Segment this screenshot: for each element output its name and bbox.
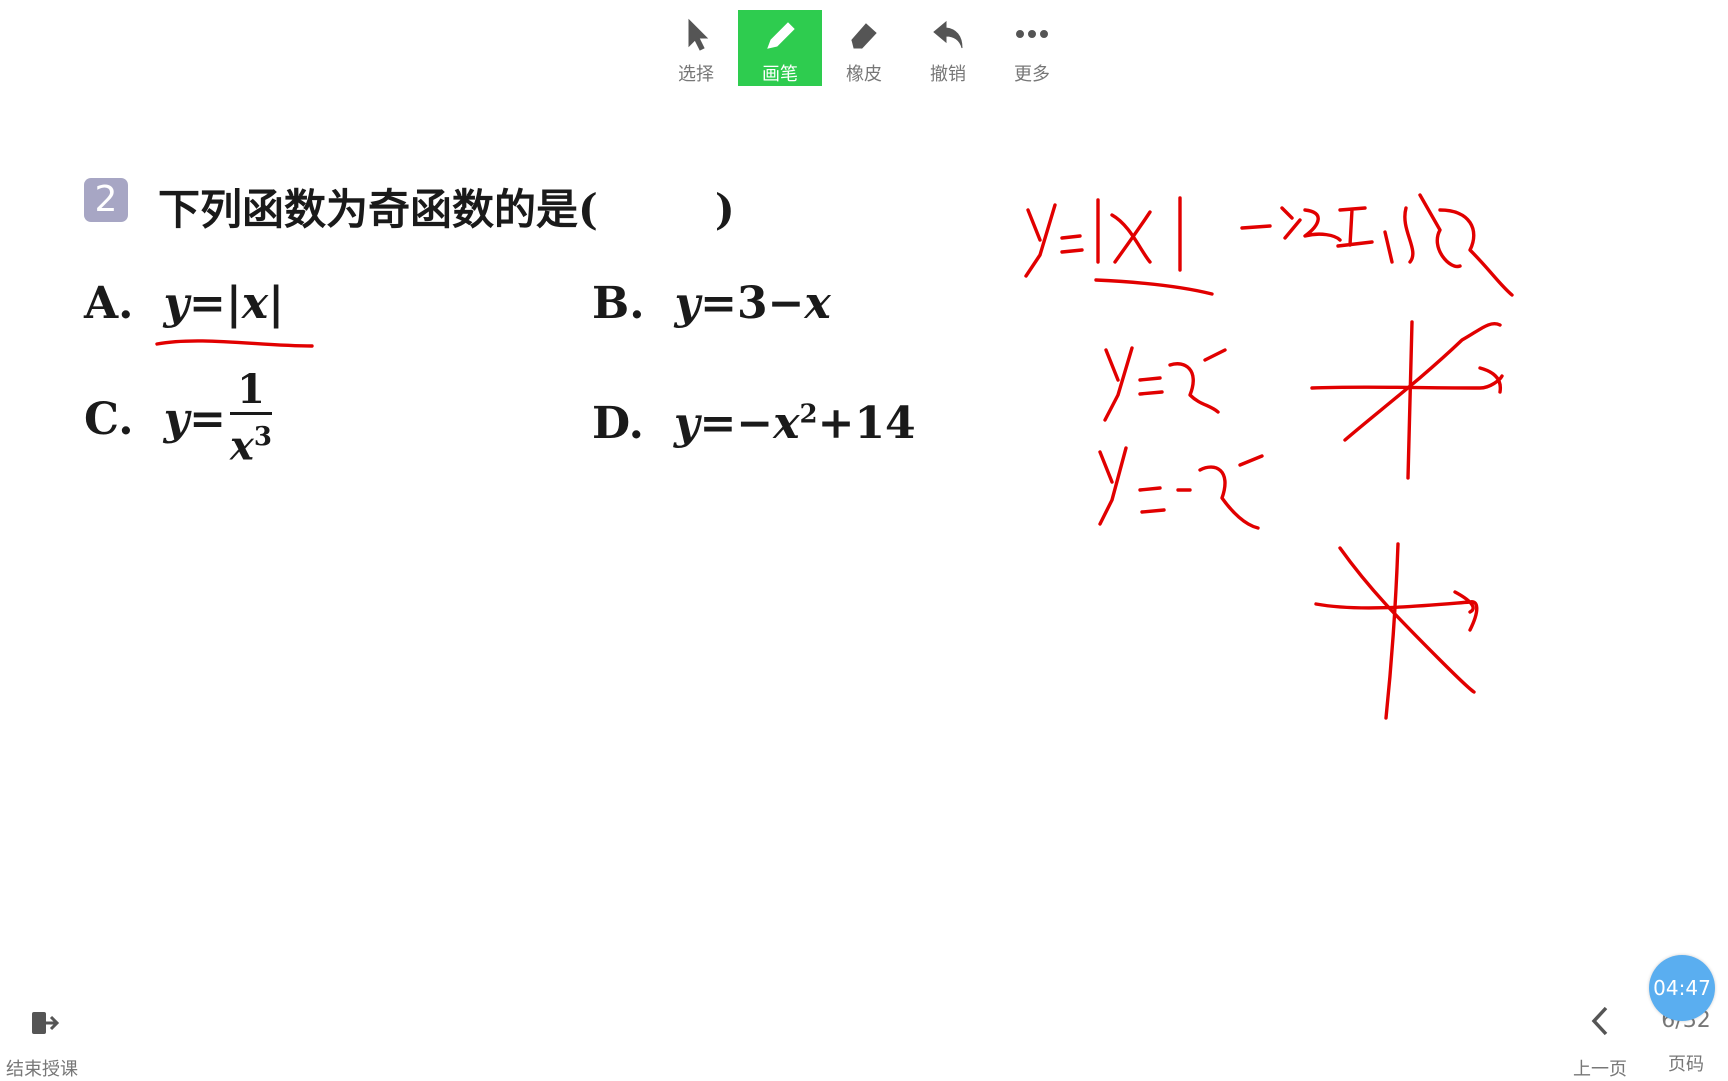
prev-page-button[interactable]: 上一页 [1558, 1000, 1642, 1081]
more-label: 更多 [1014, 64, 1050, 85]
exit-icon [32, 1012, 60, 1034]
tool-select-button[interactable]: 选择 [654, 10, 738, 86]
option-a-eq: = [189, 278, 226, 329]
tool-pen-label: 画笔 [762, 64, 798, 85]
option-a-rhs: |x| [225, 278, 285, 329]
prev-page-label: 上一页 [1573, 1059, 1627, 1080]
option-c-denominator: x3 [230, 415, 272, 468]
option-a-letter: A. [84, 278, 134, 329]
option-a: A. y=|x| [84, 278, 284, 329]
undo-button[interactable]: 撤销 [906, 10, 990, 86]
option-d-eq: = [699, 398, 737, 449]
chevron-left-icon [1591, 1006, 1608, 1036]
option-c-letter: C. [84, 393, 134, 445]
class-timer[interactable]: 04:47 [1649, 955, 1715, 1021]
option-c-eq: = [189, 393, 227, 445]
cursor-arrow-icon [688, 18, 709, 51]
option-b-minus: − [767, 278, 805, 329]
option-b-letter: B. [592, 278, 645, 329]
end-class-label: 结束授课 [6, 1059, 78, 1080]
option-c-numerator: 1 [230, 368, 272, 415]
option-b-var: x [804, 278, 831, 329]
bottom-toolbar [0, 985, 1728, 1080]
more-button[interactable]: 更多 [990, 10, 1074, 86]
more-dots-icon [1016, 30, 1048, 38]
question-number-badge: 2 [84, 178, 128, 222]
option-d-plus: + [817, 398, 855, 449]
page-number-label: 页码 [1668, 1054, 1704, 1075]
option-d-const: 14 [854, 398, 916, 449]
question-stem: 下列函数为奇函数的是( ) [158, 185, 735, 234]
option-d-exponent: 2 [799, 399, 818, 430]
end-class-button[interactable]: 结束授课 [0, 1000, 84, 1081]
tool-eraser-button[interactable]: 橡皮 [822, 10, 906, 86]
option-a-lhs: y [163, 278, 190, 329]
tool-pen-button[interactable]: 画笔 [738, 10, 822, 86]
option-b: B. y=3−x [592, 278, 831, 329]
option-d-var: x [773, 398, 800, 449]
option-d-minus: − [736, 398, 774, 449]
option-d: D. y=−x2+14 [592, 398, 916, 449]
undo-label: 撤销 [930, 64, 966, 85]
tool-eraser-label: 橡皮 [846, 64, 882, 85]
option-c-lhs: y [163, 393, 190, 445]
undo-icon [933, 20, 963, 49]
option-c: C. y= 1 x3 [84, 368, 272, 472]
option-c-denominator-var: x [230, 422, 254, 470]
option-c-exponent: 3 [253, 422, 272, 452]
option-d-lhs: y [673, 398, 700, 449]
option-b-lhs: y [674, 278, 701, 329]
tool-select-label: 选择 [678, 64, 714, 85]
option-d-letter: D. [592, 398, 644, 449]
slide-canvas[interactable]: 2 下列函数为奇函数的是( ) A. y=|x| B. y=3−x C. y= 1 x3 … [0, 0, 1728, 980]
option-c-fraction: 1 x3 [230, 368, 272, 468]
eraser-icon [851, 23, 877, 49]
option-b-const: 3 [736, 278, 768, 329]
pen-icon [767, 22, 795, 49]
option-b-eq: = [700, 278, 737, 329]
